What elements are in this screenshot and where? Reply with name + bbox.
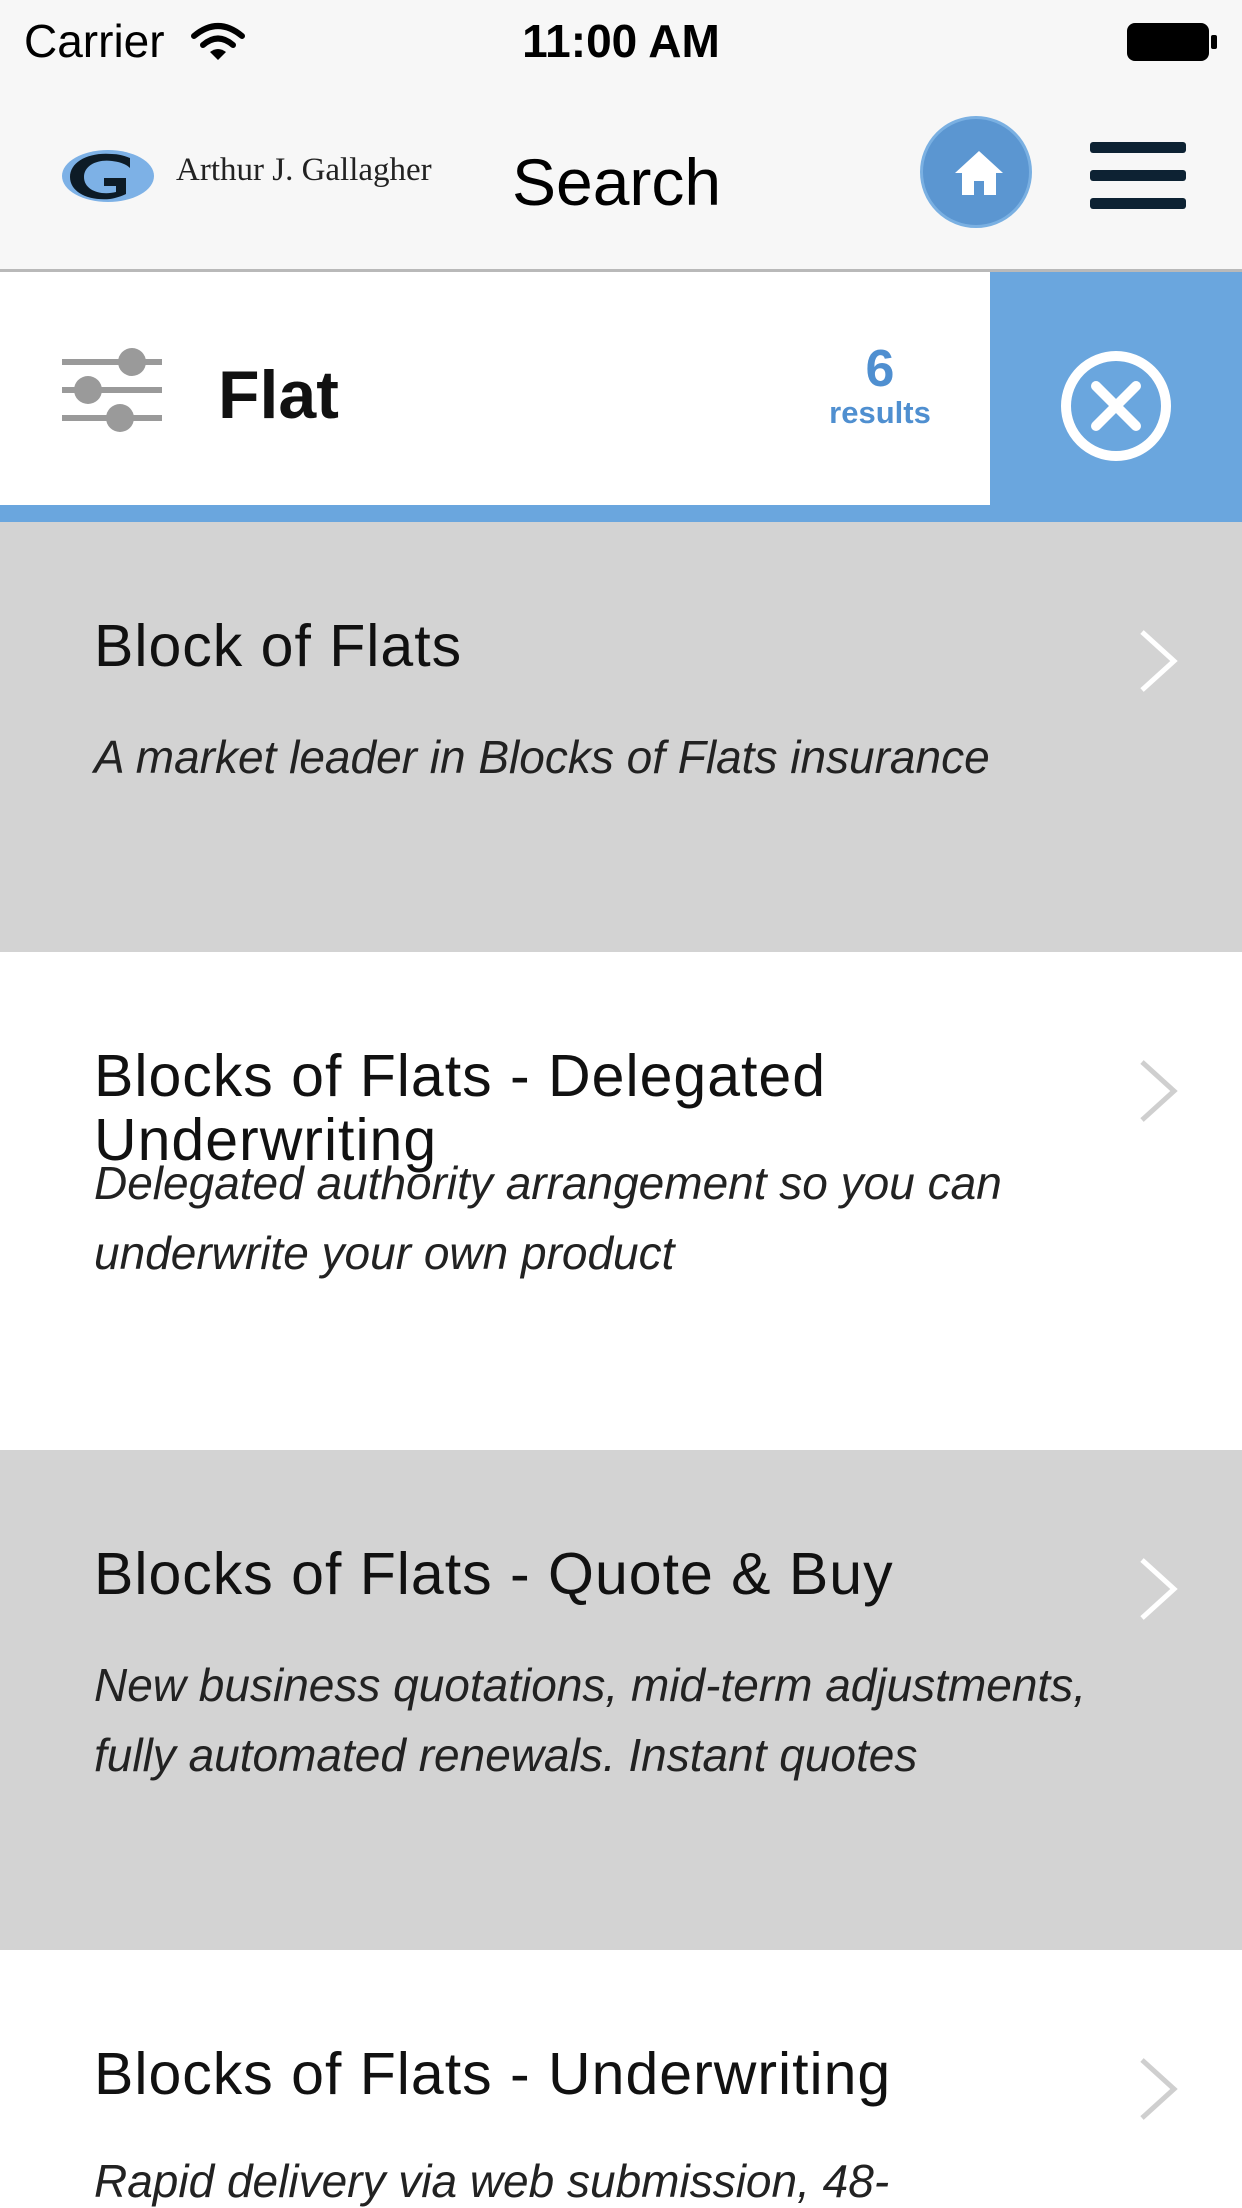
result-description: A market leader in Blocks of Flats insur… [94,731,990,783]
hamburger-menu-button[interactable] [1090,142,1186,210]
battery-icon [1127,23,1217,61]
clear-search-button[interactable] [990,272,1242,522]
home-icon [955,151,1003,195]
result-description: New business quotations, mid-term adjust… [94,1659,1086,1781]
close-circle-icon [1061,351,1171,461]
search-bar: Flat 6 results [0,272,1242,522]
page-title: Search [512,145,722,219]
menu-bar-bottom [1090,198,1186,209]
chevron-right-icon [1140,1558,1178,1620]
chevron-right-icon [1140,1060,1178,1122]
results-number: 6 [865,340,895,398]
result-description: Rapid delivery via web submission, 48- [94,2155,890,2207]
home-button[interactable] [920,116,1032,228]
result-description: Delegated authority arrangement so you c… [94,1157,1002,1279]
results-label: results [829,395,931,430]
gallagher-logo[interactable]: Arthur J. Gallagher [60,144,440,206]
gallagher-g-icon [62,150,154,202]
search-underline [0,505,1242,522]
result-item[interactable]: Blocks of Flats - Underwriting Rapid del… [0,1950,1242,2208]
result-item[interactable]: Block of Flats A market leader in Blocks… [0,522,1242,952]
menu-bar-top [1090,142,1186,153]
chevron-right-icon [1140,2058,1178,2120]
chevron-right-icon [1140,630,1178,692]
result-title: Block of Flats [94,613,463,679]
search-term[interactable]: Flat [218,356,339,434]
results-list: Block of Flats A market leader in Blocks… [0,522,1242,2208]
result-item[interactable]: Blocks of Flats - Quote & Buy New busine… [0,1450,1242,1950]
result-item[interactable]: Blocks of Flats - Delegated Underwriting… [0,952,1242,1450]
app-header: Arthur J. Gallagher Search [0,80,1242,272]
logo-text: Arthur J. Gallagher [176,152,432,188]
result-title: Blocks of Flats - Underwriting [94,2041,892,2107]
menu-bar-middle [1090,170,1186,181]
result-title: Blocks of Flats - Quote & Buy [94,1541,894,1607]
status-bar: Carrier 11:00 AM [0,0,1242,80]
sliders-icon[interactable] [62,342,162,436]
status-time: 11:00 AM [522,15,720,67]
results-count: 6 results [820,342,940,430]
